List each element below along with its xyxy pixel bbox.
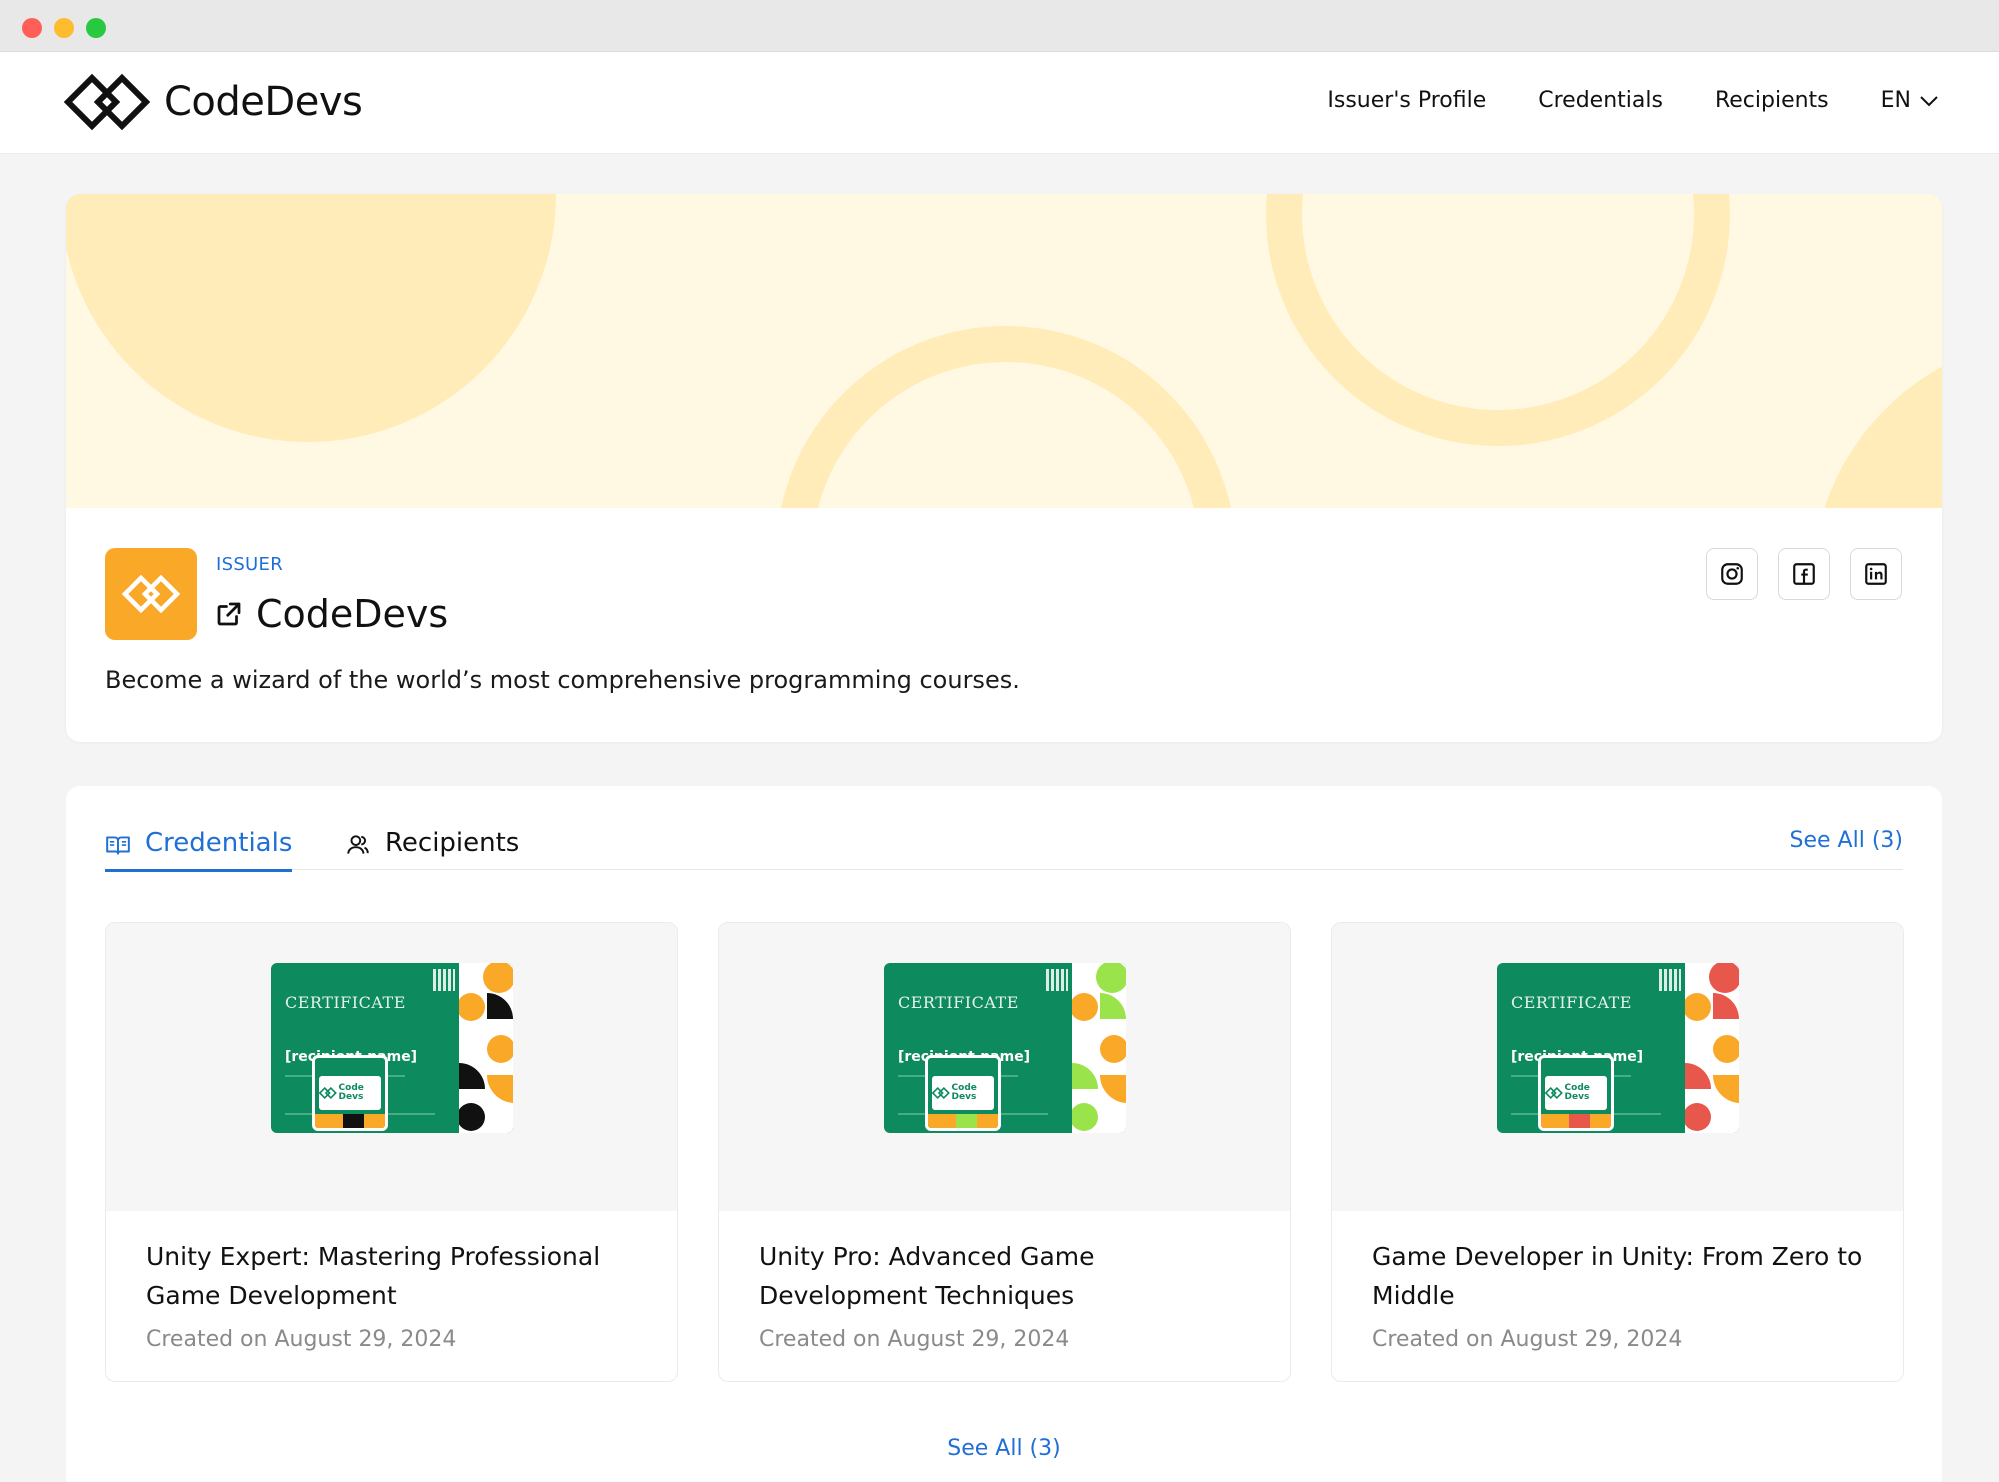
site-header: CodeDevs Issuer's Profile Credentials Re… bbox=[0, 52, 1999, 154]
brand-logo[interactable]: CodeDevs bbox=[64, 72, 363, 132]
minimize-window-button[interactable] bbox=[54, 18, 74, 38]
credential-title: Game Developer in Unity: From Zero to Mi… bbox=[1372, 1242, 1863, 1310]
tab-credentials-label: Credentials bbox=[145, 828, 293, 858]
tab-recipients[interactable]: Recipients bbox=[345, 816, 519, 870]
certificate-heading: CERTIFICATE bbox=[898, 993, 1019, 1012]
certificate-pattern bbox=[1072, 963, 1126, 1133]
close-window-button[interactable] bbox=[22, 18, 42, 38]
qr-code-icon bbox=[1046, 969, 1068, 991]
users-icon bbox=[347, 835, 369, 854]
instagram-button[interactable] bbox=[1706, 548, 1758, 600]
credential-date: Created on August 29, 2024 bbox=[146, 1327, 457, 1352]
chevron-down-icon bbox=[1920, 95, 1938, 106]
facebook-button[interactable] bbox=[1778, 548, 1830, 600]
certificate-image: CERTIFICATE [recipient.name] bbox=[1497, 963, 1739, 1133]
credential-card[interactable]: CERTIFICATE [recipient.name] bbox=[1331, 922, 1904, 1382]
badge-label: Code Devs bbox=[951, 1083, 977, 1102]
certificate-preview: CERTIFICATE [recipient.name] bbox=[1332, 923, 1903, 1211]
credential-card[interactable]: CERTIFICATE [recipient.name] bbox=[105, 922, 678, 1382]
badge-label: Code Devs bbox=[338, 1083, 364, 1102]
codedevs-logo-icon bbox=[121, 574, 181, 614]
credential-title: Unity Expert: Mastering Professional Gam… bbox=[146, 1242, 601, 1310]
social-links bbox=[1706, 548, 1902, 600]
issuer-description: Become a wizard of the world’s most comp… bbox=[105, 666, 1020, 694]
credential-card[interactable]: CERTIFICATE [recipient.name] bbox=[718, 922, 1291, 1382]
browser-titlebar bbox=[0, 0, 1999, 52]
facebook-icon bbox=[1793, 563, 1815, 585]
credential-title: Unity Pro: Advanced Game Development Tec… bbox=[759, 1242, 1095, 1310]
certificate-heading: CERTIFICATE bbox=[285, 993, 406, 1012]
issuer-profile-card: ISSUER CodeDevs Become a wizard of the w… bbox=[66, 194, 1942, 742]
course-badge: Code Devs bbox=[312, 1055, 388, 1131]
tab-credentials[interactable]: Credentials bbox=[105, 816, 293, 872]
certificate-heading: CERTIFICATE bbox=[1511, 993, 1632, 1012]
instagram-icon bbox=[1721, 563, 1743, 585]
codedevs-logo-icon bbox=[64, 73, 150, 131]
course-badge: Code Devs bbox=[1538, 1055, 1614, 1131]
certificate-image: CERTIFICATE [recipient.name] bbox=[884, 963, 1126, 1133]
credentials-section: Credentials Recipients See All (3) CERTI… bbox=[66, 786, 1942, 1482]
certificate-pattern bbox=[459, 963, 513, 1133]
book-open-icon bbox=[106, 836, 130, 855]
certificate-preview: CERTIFICATE [recipient.name] bbox=[719, 923, 1290, 1211]
language-selector[interactable]: EN bbox=[1881, 88, 1939, 113]
nav-credentials[interactable]: Credentials bbox=[1538, 88, 1663, 113]
certificate-preview: CERTIFICATE [recipient.name] bbox=[106, 923, 677, 1211]
nav-issuers-profile[interactable]: Issuer's Profile bbox=[1327, 88, 1486, 113]
main-nav: Issuer's Profile Credentials Recipients … bbox=[1327, 88, 1939, 113]
issuer-name: CodeDevs bbox=[256, 592, 449, 636]
certificate-image: CERTIFICATE [recipient.name] bbox=[271, 963, 513, 1133]
section-tabs: Credentials Recipients bbox=[105, 816, 1903, 872]
issuer-name-link[interactable]: CodeDevs bbox=[214, 592, 448, 636]
language-label: EN bbox=[1880, 88, 1911, 113]
certificate-pattern bbox=[1685, 963, 1739, 1133]
qr-code-icon bbox=[433, 969, 455, 991]
issuer-label: ISSUER bbox=[216, 554, 284, 575]
see-all-bottom-link[interactable]: See All (3) bbox=[66, 1436, 1942, 1461]
qr-code-icon bbox=[1659, 969, 1681, 991]
see-all-link[interactable]: See All (3) bbox=[1790, 828, 1903, 853]
linkedin-icon bbox=[1865, 563, 1887, 585]
course-badge: Code Devs bbox=[925, 1055, 1001, 1131]
credential-date: Created on August 29, 2024 bbox=[759, 1327, 1070, 1352]
nav-recipients[interactable]: Recipients bbox=[1715, 88, 1829, 113]
credential-list: CERTIFICATE [recipient.name] bbox=[105, 922, 1904, 1382]
badge-label: Code Devs bbox=[1564, 1083, 1590, 1102]
credential-date: Created on August 29, 2024 bbox=[1372, 1327, 1683, 1352]
brand-name: CodeDevs bbox=[164, 79, 363, 125]
linkedin-button[interactable] bbox=[1850, 548, 1902, 600]
profile-banner bbox=[66, 194, 1942, 508]
issuer-avatar bbox=[105, 548, 197, 640]
banner-decoration bbox=[66, 194, 1942, 508]
maximize-window-button[interactable] bbox=[86, 18, 106, 38]
tab-recipients-label: Recipients bbox=[385, 828, 520, 858]
external-link-icon bbox=[217, 602, 241, 626]
